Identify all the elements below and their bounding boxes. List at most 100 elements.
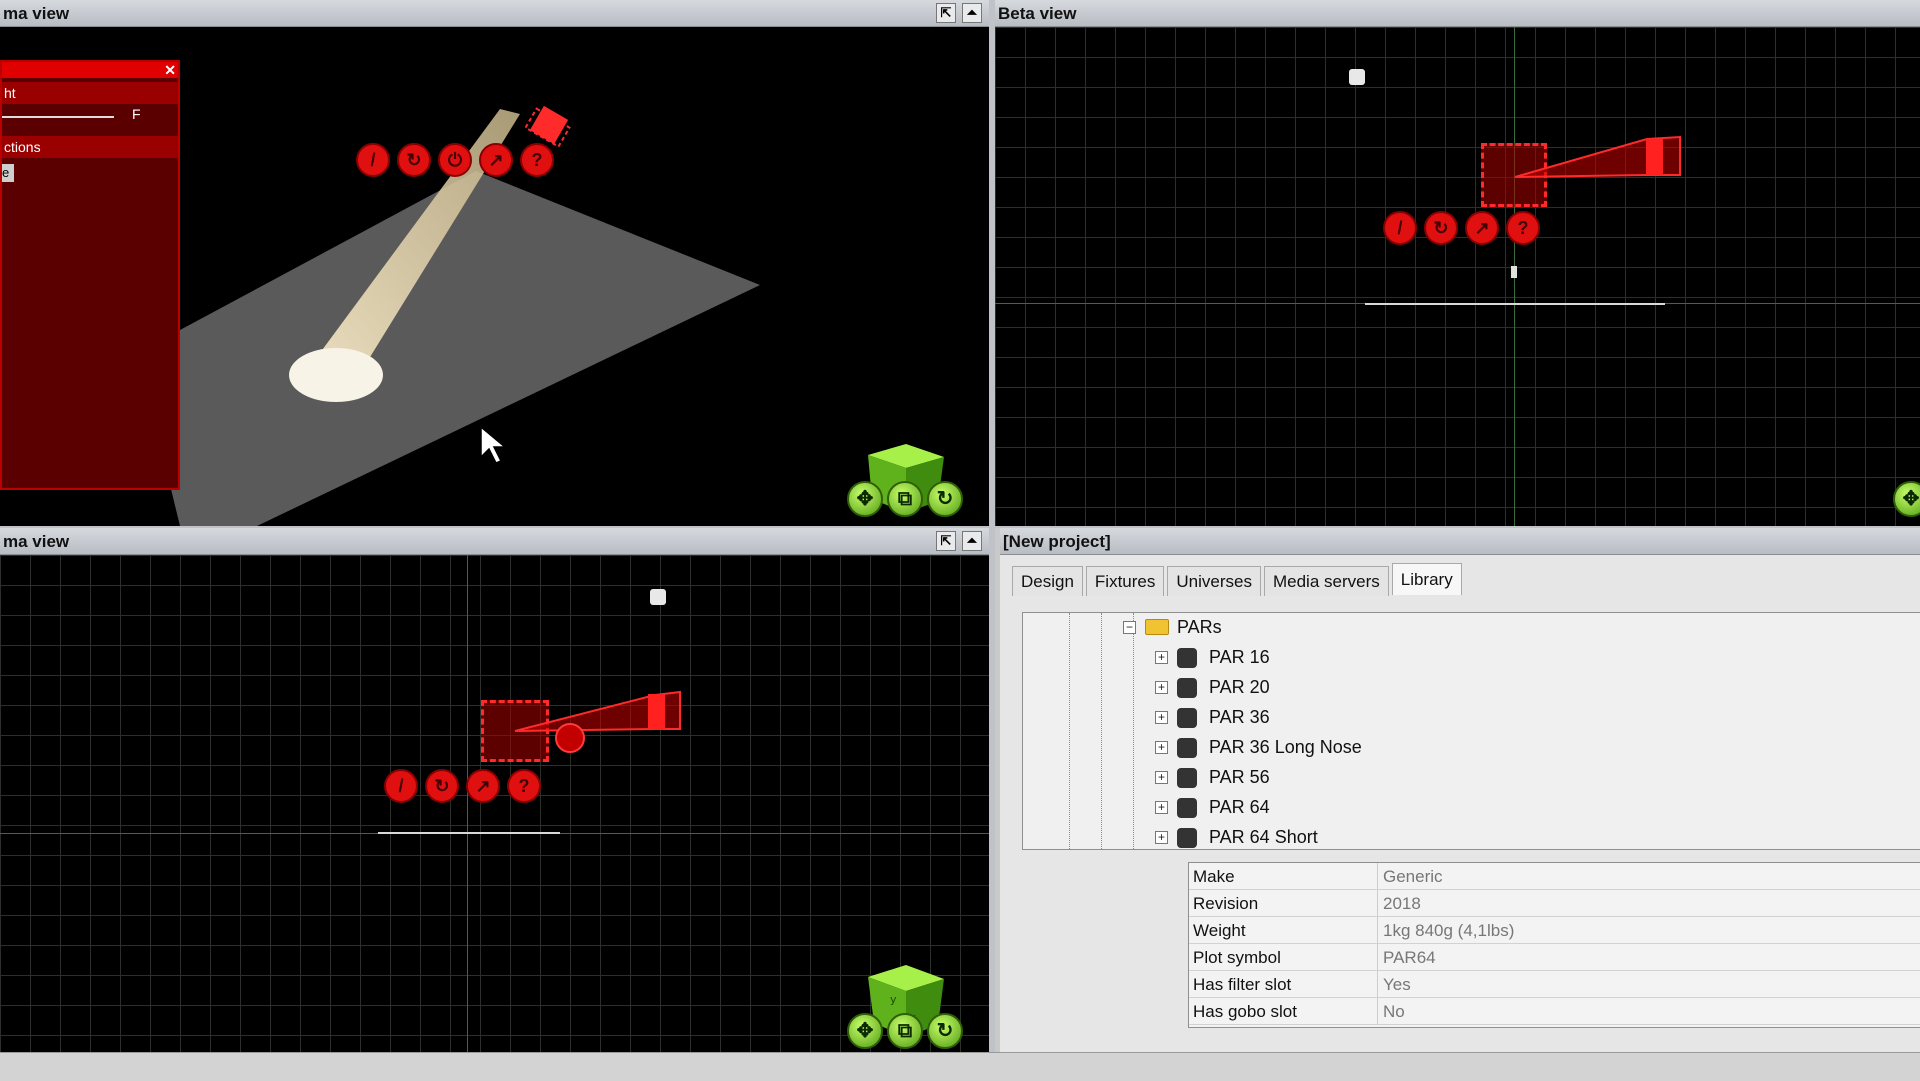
window-title-bar[interactable]: ✕ — [2, 62, 178, 78]
property-key: Has filter slot — [1193, 975, 1292, 994]
panel-title: [New project] — [1003, 532, 1111, 551]
tree-item[interactable]: + PAR 20 — [1155, 673, 1555, 701]
edit-icon[interactable]: / — [356, 143, 390, 177]
maximize-panel-button[interactable]: ⏶ — [962, 3, 982, 23]
pan-icon[interactable]: ✥ — [847, 481, 883, 517]
panel-title: Beta view — [998, 4, 1077, 23]
float-panel-button[interactable]: ⇱ — [936, 3, 956, 23]
expand-icon[interactable]: + — [1155, 801, 1168, 814]
tab-media-servers[interactable]: Media servers — [1263, 566, 1389, 596]
rotate-icon[interactable]: ↻ — [397, 143, 431, 177]
tab-universes[interactable]: Universes — [1167, 566, 1261, 596]
tree-item[interactable]: + PAR 56 — [1155, 763, 1555, 791]
panel-3d-view: ma view ⇱ ⏶ ✕ ht F ctions e / ↻ ⏻ ↗ ? ✥ … — [0, 0, 989, 526]
property-value: Yes — [1383, 975, 1411, 994]
table-row: Plot symbol PAR64 — [1189, 944, 1920, 971]
panel-title: ma view — [3, 532, 70, 551]
tree-item-label: PAR 56 — [1209, 767, 1270, 787]
slider-track[interactable] — [2, 116, 114, 118]
fixture-icon — [1177, 678, 1197, 698]
zoom-region-icon[interactable]: ⧉ — [887, 1013, 923, 1049]
orbit-icon[interactable]: ↻ — [927, 1013, 963, 1049]
fixture-properties-table: Make Generic Revision 2018 Weight 1kg 840g … — [1188, 862, 1920, 1028]
tree-folder-label: PARs — [1177, 617, 1222, 637]
tree-item[interactable]: + PAR 16 — [1155, 643, 1555, 671]
float-panel-button[interactable]: ⇱ — [936, 531, 956, 551]
panel-title-bar[interactable]: [New project] — [1000, 528, 1920, 555]
tab-fixtures[interactable]: Fixtures — [1085, 566, 1165, 596]
property-value: PAR64 — [1383, 948, 1436, 967]
tree-folder-pars[interactable]: − PARs — [1123, 613, 1423, 641]
orbit-icon[interactable]: ↻ — [927, 481, 963, 517]
side-viewport[interactable]: / ↻ ↗ ? y z ✥ ⧉ ↻ — [0, 555, 989, 1052]
tree-item-label: PAR 16 — [1209, 647, 1270, 667]
expand-icon[interactable]: + — [1155, 741, 1168, 754]
panel-title-bar[interactable]: ma view ⇱ ⏶ — [0, 0, 989, 27]
expand-icon[interactable]: + — [1155, 651, 1168, 664]
tab-design[interactable]: Design — [1012, 566, 1083, 596]
tree-item-label: PAR 64 Short — [1209, 827, 1318, 847]
tree-item-label: PAR 36 — [1209, 707, 1270, 727]
panel-title-bar[interactable]: Beta view — [995, 0, 1920, 27]
fixture-icon — [1177, 708, 1197, 728]
close-icon[interactable]: ✕ — [164, 62, 176, 78]
folder-icon — [1145, 619, 1169, 635]
fixture-icon — [1177, 798, 1197, 818]
functions-header: ctions — [2, 136, 178, 158]
expand-icon[interactable]: + — [1155, 681, 1168, 694]
mouse-cursor — [480, 425, 508, 464]
function-item[interactable]: e — [2, 164, 14, 182]
tree-item-selected[interactable]: + PAR 64 — [1155, 793, 1555, 821]
fixture-icon — [1177, 828, 1197, 848]
panel-title-bar[interactable]: ma view ⇱ ⏶ — [0, 528, 989, 555]
tab-library[interactable]: Library — [1391, 563, 1462, 595]
pan-icon[interactable]: ✥ — [847, 1013, 883, 1049]
tree-item[interactable]: + PAR 36 — [1155, 703, 1555, 731]
3d-viewport[interactable]: ✕ ht F ctions e / ↻ ⏻ ↗ ? ✥ ⧉ ↻ — [0, 27, 989, 526]
focus-icon[interactable]: ↗ — [479, 143, 513, 177]
property-value: No — [1383, 1002, 1405, 1021]
property-value: 1kg 840g (4,1lbs) — [1383, 921, 1515, 940]
slider-label: F — [132, 106, 141, 122]
property-value: Generic — [1383, 867, 1443, 886]
property-value: 2018 — [1383, 894, 1421, 913]
rotate-icon[interactable]: ↻ — [1424, 211, 1458, 245]
table-row: Has gobo slot No — [1189, 998, 1920, 1025]
fixture-properties-window[interactable]: ✕ ht F ctions e — [0, 60, 180, 490]
edit-icon[interactable]: / — [1383, 211, 1417, 245]
focus-icon[interactable]: ↗ — [1465, 211, 1499, 245]
fixture-beam-outline — [1511, 135, 1681, 278]
tree-item[interactable]: + PAR 64 Short — [1155, 823, 1555, 851]
fixture-icon — [1177, 738, 1197, 758]
power-icon[interactable]: ⏻ — [438, 143, 472, 177]
panel-side-view: ma view ⇱ ⏶ / ↻ ↗ ? y z ✥ ⧉ ↻ — [0, 528, 989, 1052]
tree-item[interactable]: + PAR 36 Long Nose — [1155, 733, 1555, 761]
fixture-head-3d — [524, 105, 571, 148]
property-key: Plot symbol — [1193, 948, 1281, 967]
expand-icon[interactable]: + — [1155, 831, 1168, 844]
horizontal-splitter[interactable] — [0, 526, 1920, 528]
help-icon[interactable]: ? — [1506, 211, 1540, 245]
library-tree[interactable]: − PARs + PAR 16 + PAR 20 + PAR 36 + PAR … — [1022, 612, 1920, 850]
beta-viewport[interactable]: / ↻ ↗ ? ✥ — [995, 27, 1920, 526]
tree-item-label: PAR 64 — [1209, 797, 1270, 817]
expand-icon[interactable]: + — [1155, 711, 1168, 724]
property-key: Has gobo slot — [1193, 1002, 1297, 1021]
fixture-icon — [1177, 648, 1197, 668]
svg-text:y: y — [890, 993, 897, 1006]
panel-beta-view: Beta view / ↻ ↗ ? ✥ — [995, 0, 1920, 526]
tree-item-label: PAR 36 Long Nose — [1209, 737, 1362, 757]
intensity-slider[interactable]: F — [2, 104, 178, 132]
maximize-panel-button[interactable]: ⏶ — [962, 531, 982, 551]
table-row: Weight 1kg 840g (4,1lbs) — [1189, 917, 1920, 944]
tree-item-label: PAR 20 — [1209, 677, 1270, 697]
help-icon[interactable]: ? — [520, 143, 554, 177]
light-spot — [289, 348, 383, 402]
property-key: Weight — [1193, 921, 1246, 940]
collapse-icon[interactable]: − — [1123, 621, 1136, 634]
property-key: Revision — [1193, 894, 1259, 913]
table-row: Make Generic — [1189, 863, 1920, 890]
expand-icon[interactable]: + — [1155, 771, 1168, 784]
zoom-region-icon[interactable]: ⧉ — [887, 481, 923, 517]
fixture-icon — [1177, 768, 1197, 788]
